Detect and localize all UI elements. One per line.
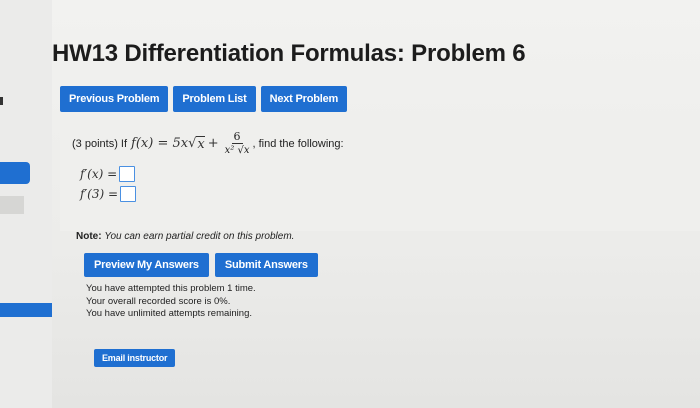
page-title: HW13 Differentiation Formulas: Problem 6 [52,40,526,67]
sidebar-gray-tab[interactable] [0,196,24,214]
answer-input-fprime-x[interactable] [119,166,136,182]
submit-answers-button[interactable]: Submit Answers [214,253,318,277]
email-instructor-button[interactable]: Email instructor [94,349,176,367]
fraction-denominator: x² √x [224,145,250,156]
sidebar-marker [0,97,3,105]
sidebar-blue-tab[interactable] [0,162,30,184]
note-label: Note: [76,231,102,242]
problem-list-button[interactable]: Problem List [173,86,256,112]
preview-answers-button[interactable]: Preview My Answers [84,253,209,277]
problem-nav: Previous Problem Problem List Next Probl… [60,86,348,112]
sqrt-x: x [196,135,205,152]
answer-label: f′(3) = [80,187,119,201]
previous-problem-button[interactable]: Previous Problem [60,86,169,112]
attempts-text: You have attempted this problem 1 time. [86,283,256,294]
note-text: You can earn partial credit on this prob… [104,231,295,242]
answer-row-2: f′(3) = [80,186,137,202]
answer-actions: Preview My Answers Submit Answers [84,253,318,277]
sidebar-blue-bar[interactable] [0,303,52,317]
next-problem-button[interactable]: Next Problem [260,86,348,112]
problem-tail: , find the following: [252,137,344,150]
answer-input-fprime-3[interactable] [120,186,137,202]
sqrt-symbol: √ [188,136,197,151]
plus-sign: + [207,136,219,151]
points-label: (3 points) If [72,137,128,150]
attempt-status: You have attempted this problem 1 time. … [86,283,256,321]
problem-statement: (3 points) If f(x) = 5x √ x + 6 x² √x , f… [72,130,344,157]
remaining-text: You have unlimited attempts remaining. [86,308,252,319]
answer-row-1: f′(x) = [80,166,136,182]
partial-credit-note: Note: You can earn partial credit on thi… [76,231,294,242]
function-def: f(x) = 5x [131,136,189,151]
answer-label: f′(x) = [80,167,118,181]
fraction-numerator: 6 [231,130,243,144]
score-text: Your overall recorded score is 0%. [86,295,231,307]
fraction: 6 x² √x [225,130,250,157]
